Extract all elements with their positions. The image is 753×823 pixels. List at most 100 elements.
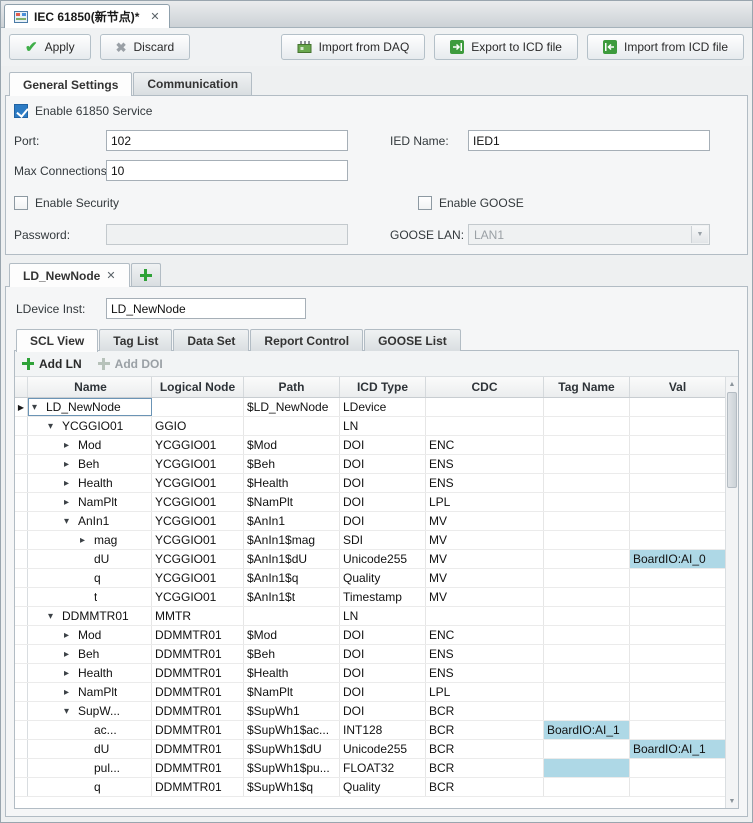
- tab-data-set[interactable]: Data Set: [173, 329, 249, 351]
- table-row[interactable]: ▾DDMMTR01MMTRLN: [15, 607, 725, 626]
- table-row[interactable]: ▸BehYCGGIO01$BehDOIENS: [15, 455, 725, 474]
- doc-tab-iec61850[interactable]: IEC 61850(新节点)* ✕: [4, 4, 170, 28]
- cell-tag-name[interactable]: [544, 588, 630, 606]
- table-row[interactable]: ▸magYCGGIO01$AnIn1$magSDIMV: [15, 531, 725, 550]
- table-row[interactable]: dUYCGGIO01$AnIn1$dUUnicode255MVBoardIO:A…: [15, 550, 725, 569]
- row-gutter[interactable]: [15, 493, 28, 511]
- scroll-down-icon[interactable]: ▼: [726, 794, 738, 808]
- cell-tag-name[interactable]: [544, 664, 630, 682]
- expand-arrow-icon[interactable]: ▸: [64, 668, 78, 679]
- row-gutter[interactable]: [15, 778, 28, 796]
- cell-val[interactable]: [630, 398, 725, 416]
- cell-val[interactable]: [630, 474, 725, 492]
- cell-tag-name[interactable]: [544, 683, 630, 701]
- expand-arrow-icon[interactable]: ▸: [64, 497, 78, 508]
- cell-val[interactable]: [630, 721, 725, 739]
- row-gutter[interactable]: [15, 512, 28, 530]
- cell-tag-name[interactable]: [544, 626, 630, 644]
- cell-val[interactable]: [630, 759, 725, 777]
- row-gutter[interactable]: [15, 531, 28, 549]
- header-path[interactable]: Path: [244, 377, 340, 397]
- row-gutter[interactable]: [15, 569, 28, 587]
- row-gutter[interactable]: [15, 683, 28, 701]
- collapse-arrow-icon[interactable]: ▾: [64, 706, 78, 717]
- cell-val[interactable]: [630, 626, 725, 644]
- cell-tag-name[interactable]: [544, 436, 630, 454]
- cell-tag-name[interactable]: [544, 569, 630, 587]
- table-row[interactable]: ▸HealthDDMMTR01$HealthDOIENS: [15, 664, 725, 683]
- table-row[interactable]: ac...DDMMTR01$SupWh1$ac...INT128BCRBoard…: [15, 721, 725, 740]
- cell-val[interactable]: [630, 683, 725, 701]
- cell-val[interactable]: [630, 493, 725, 511]
- cell-val[interactable]: [630, 512, 725, 530]
- row-gutter[interactable]: [15, 436, 28, 454]
- tab-tag-list[interactable]: Tag List: [99, 329, 172, 351]
- close-tab-icon[interactable]: ✕: [150, 10, 159, 23]
- row-gutter[interactable]: [15, 721, 28, 739]
- cell-tag-name[interactable]: [544, 398, 630, 416]
- header-icd-type[interactable]: ICD Type: [340, 377, 426, 397]
- enable-goose-checkbox[interactable]: Enable GOOSE: [418, 196, 524, 210]
- checkbox-checked-icon[interactable]: [14, 104, 28, 118]
- tab-goose-list[interactable]: GOOSE List: [364, 329, 461, 351]
- cell-val[interactable]: [630, 531, 725, 549]
- add-ln-button[interactable]: Add LN: [22, 357, 82, 371]
- table-row[interactable]: ▸BehDDMMTR01$BehDOIENS: [15, 645, 725, 664]
- cell-val[interactable]: [630, 702, 725, 720]
- cell-tag-name[interactable]: [544, 493, 630, 511]
- table-row[interactable]: ▸ModYCGGIO01$ModDOIENC: [15, 436, 725, 455]
- row-gutter[interactable]: [15, 474, 28, 492]
- discard-button[interactable]: ✖ Discard: [100, 34, 191, 60]
- table-row[interactable]: ▾AnIn1YCGGIO01$AnIn1DOIMV: [15, 512, 725, 531]
- collapse-arrow-icon[interactable]: ▾: [32, 402, 46, 413]
- cell-tag-name[interactable]: BoardIO:AI_1: [544, 721, 630, 739]
- row-gutter[interactable]: [15, 455, 28, 473]
- row-gutter[interactable]: [15, 702, 28, 720]
- cell-val[interactable]: [630, 778, 725, 796]
- tab-general-settings[interactable]: General Settings: [9, 72, 132, 96]
- row-gutter[interactable]: [15, 645, 28, 663]
- cell-tag-name[interactable]: [544, 607, 630, 625]
- row-gutter[interactable]: [15, 626, 28, 644]
- cell-tag-name[interactable]: [544, 455, 630, 473]
- row-gutter[interactable]: [15, 664, 28, 682]
- table-row[interactable]: qYCGGIO01$AnIn1$qQualityMV: [15, 569, 725, 588]
- tab-report-control[interactable]: Report Control: [250, 329, 363, 351]
- expand-arrow-icon[interactable]: ▸: [64, 630, 78, 641]
- cell-tag-name[interactable]: [544, 417, 630, 435]
- row-gutter[interactable]: [15, 588, 28, 606]
- checkbox-unchecked-icon[interactable]: [14, 196, 28, 210]
- header-tag-name[interactable]: Tag Name: [544, 377, 630, 397]
- cell-tag-name[interactable]: [544, 740, 630, 758]
- header-val[interactable]: Val: [630, 377, 725, 397]
- cell-tag-name[interactable]: [544, 531, 630, 549]
- table-row[interactable]: ▾YCGGIO01GGIOLN: [15, 417, 725, 436]
- tab-scl-view[interactable]: SCL View: [16, 329, 98, 352]
- cell-val[interactable]: [630, 455, 725, 473]
- cell-val[interactable]: [630, 417, 725, 435]
- collapse-arrow-icon[interactable]: ▾: [48, 421, 62, 432]
- header-name[interactable]: Name: [28, 377, 152, 397]
- import-from-daq-button[interactable]: Import from DAQ: [281, 34, 426, 60]
- table-row[interactable]: ▸NamPltDDMMTR01$NamPltDOILPL: [15, 683, 725, 702]
- scroll-up-icon[interactable]: ▲: [726, 377, 738, 391]
- close-ld-tab-icon[interactable]: ✕: [106, 269, 115, 282]
- table-row[interactable]: pul...DDMMTR01$SupWh1$pu...FLOAT32BCR: [15, 759, 725, 778]
- enable-security-checkbox[interactable]: Enable Security: [14, 196, 119, 210]
- cell-tag-name[interactable]: [544, 512, 630, 530]
- checkbox-unchecked-icon[interactable]: [418, 196, 432, 210]
- expand-arrow-icon[interactable]: ▸: [64, 459, 78, 470]
- import-from-icd-button[interactable]: Import from ICD file: [587, 34, 744, 60]
- apply-button[interactable]: ✔ Apply: [9, 34, 91, 60]
- table-row[interactable]: ▸ModDDMMTR01$ModDOIENC: [15, 626, 725, 645]
- collapse-arrow-icon[interactable]: ▾: [64, 516, 78, 527]
- expand-arrow-icon[interactable]: ▸: [64, 687, 78, 698]
- cell-val[interactable]: [630, 588, 725, 606]
- expand-arrow-icon[interactable]: ▸: [64, 649, 78, 660]
- port-input[interactable]: [106, 130, 348, 151]
- cell-val[interactable]: BoardIO:AI_0: [630, 550, 725, 568]
- scrollbar-thumb[interactable]: [727, 392, 737, 488]
- cell-tag-name[interactable]: [544, 759, 630, 777]
- cell-tag-name[interactable]: [544, 645, 630, 663]
- header-cdc[interactable]: CDC: [426, 377, 544, 397]
